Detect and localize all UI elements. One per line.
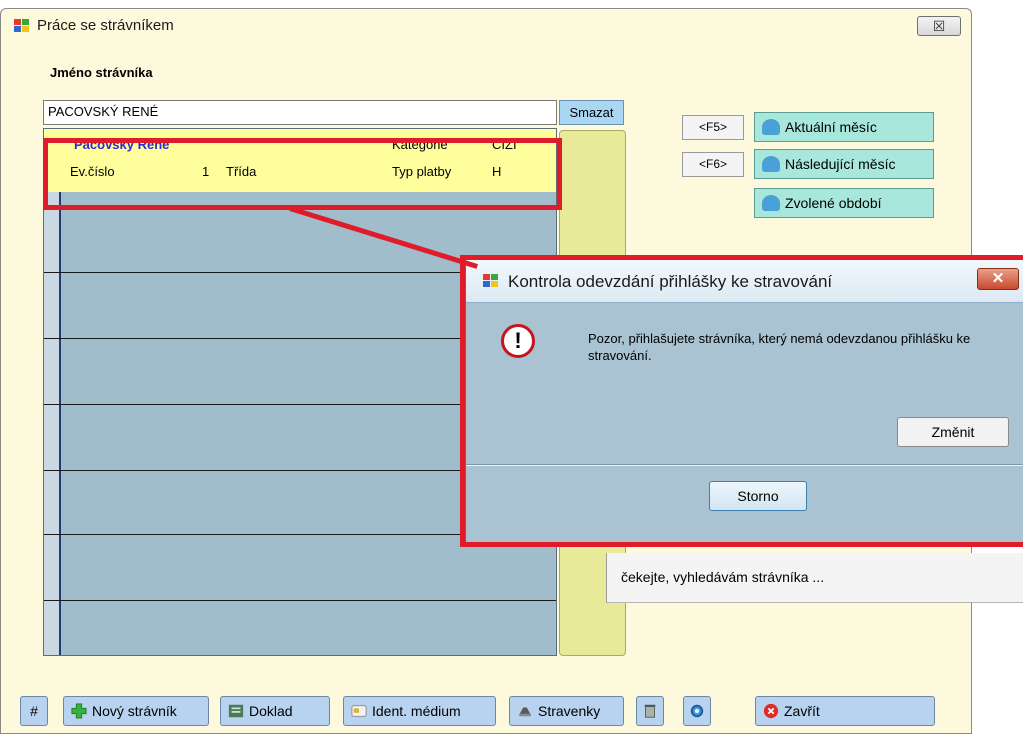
row-divider xyxy=(44,600,556,601)
highlight-box-dialog xyxy=(460,255,1023,547)
f5-key[interactable]: <F5> xyxy=(682,115,744,140)
close-button[interactable]: Zavřít xyxy=(755,696,935,726)
settings-button[interactable] xyxy=(683,696,711,726)
calendar-icon xyxy=(762,195,780,211)
calendar-icon xyxy=(762,156,780,172)
current-month-label: Aktuální měsíc xyxy=(785,119,877,135)
close-icon xyxy=(763,703,779,719)
card-icon xyxy=(351,705,367,717)
close-window-button[interactable]: ☒ xyxy=(917,16,961,36)
ident-medium-button[interactable]: Ident. médium xyxy=(343,696,496,726)
tickets-label: Stravenky xyxy=(538,703,601,719)
hash-button[interactable]: # xyxy=(20,696,48,726)
app-icon xyxy=(14,19,29,32)
receipt-label: Doklad xyxy=(249,703,293,719)
selected-period-label: Zvolené období xyxy=(785,195,882,211)
new-diner-label: Nový strávník xyxy=(92,703,177,719)
receipt-button[interactable]: Doklad xyxy=(220,696,330,726)
waiting-text: čekejte, vyhledávám strávníka ... xyxy=(621,569,825,585)
current-month-button[interactable]: Aktuální měsíc xyxy=(754,112,934,142)
selected-period-button[interactable]: Zvolené období xyxy=(754,188,934,218)
tickets-icon xyxy=(518,707,532,717)
trash-button[interactable] xyxy=(636,696,664,726)
receipt-icon xyxy=(228,704,244,718)
name-input[interactable]: PACOVSKÝ RENÉ xyxy=(43,100,557,125)
name-label: Jméno strávníka xyxy=(50,65,153,80)
waiting-popup: čekejte, vyhledávám strávníka ... xyxy=(606,553,1023,603)
next-month-label: Následující měsíc xyxy=(785,156,896,172)
next-month-button[interactable]: Následující měsíc xyxy=(754,149,934,179)
window-title: Práce se strávníkem xyxy=(37,17,174,34)
title-bar: Práce se strávníkem ☒ xyxy=(1,9,971,41)
gear-icon xyxy=(690,704,704,718)
plus-icon xyxy=(71,703,87,719)
tickets-button[interactable]: Stravenky xyxy=(509,696,624,726)
calendar-icon xyxy=(762,119,780,135)
trash-icon xyxy=(644,704,656,718)
highlight-box-row xyxy=(43,138,562,210)
ident-medium-label: Ident. médium xyxy=(372,703,461,719)
new-diner-button[interactable]: Nový strávník xyxy=(63,696,209,726)
f6-key[interactable]: <F6> xyxy=(682,152,744,177)
clear-button[interactable]: Smazat xyxy=(559,100,624,125)
close-label: Zavřít xyxy=(784,703,820,719)
